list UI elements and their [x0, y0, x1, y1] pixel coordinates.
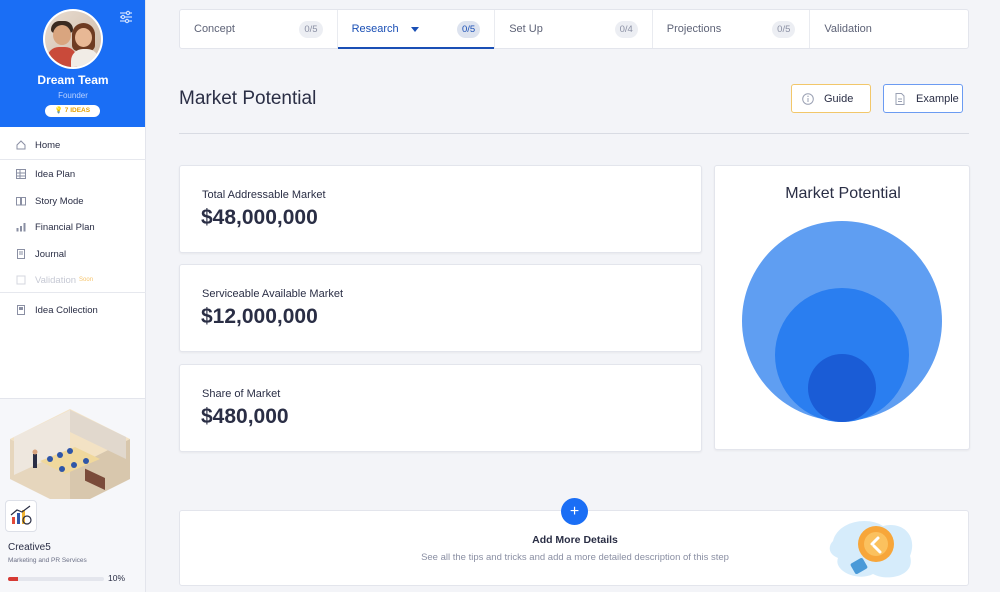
metric-card-som[interactable]: Share of Market $480,000 — [179, 364, 702, 452]
metric-card-sam[interactable]: Serviceable Available Market $12,000,000 — [179, 264, 702, 352]
sidebar-item-label: Home — [35, 139, 61, 151]
grid-icon — [16, 169, 26, 179]
chevron-down-icon[interactable] — [410, 26, 419, 32]
metric-label: Share of Market — [202, 388, 281, 400]
sidebar-item-label: Validation — [35, 274, 77, 286]
metric-label: Total Addressable Market — [202, 189, 326, 201]
company-progress-bar — [8, 577, 104, 581]
market-potential-card: Market Potential — [714, 165, 970, 450]
tab-concept[interactable]: Concept 0/5 — [180, 10, 338, 48]
page-title: Market Potential — [179, 88, 317, 109]
team-role: Founder — [58, 91, 88, 100]
soon-tag: Soon — [79, 277, 94, 283]
ideas-badge-label: 7 IDEAS — [64, 107, 91, 114]
tab-label: Projections — [666, 23, 722, 35]
tab-research[interactable]: Research 0/5 — [337, 10, 496, 49]
office-illustration: Creative5 Marketing and PR Services 10% — [0, 398, 145, 592]
company-progress-label: 10% — [108, 573, 126, 583]
sidebar-item-label: Financial Plan — [35, 221, 95, 233]
info-icon — [802, 92, 814, 105]
tab-count: 0/4 — [614, 20, 638, 38]
sidebar-divider — [0, 292, 146, 293]
avatar[interactable] — [43, 9, 103, 69]
guide-button[interactable]: Guide — [791, 84, 871, 113]
plus-icon: + — [569, 503, 580, 520]
ideas-badge[interactable]: 💡 7 IDEAS — [45, 105, 100, 117]
settings-sliders-icon[interactable] — [119, 10, 133, 24]
tab-validation[interactable]: Validation — [810, 10, 968, 48]
sidebar-divider — [0, 159, 146, 160]
tab-label: Validation — [824, 23, 872, 35]
team-name: Dream Team — [37, 73, 109, 87]
tab-label: Research — [351, 23, 399, 35]
step-tabs: Concept 0/5 Research 0/5 Set Up 0/4 Proj… — [179, 9, 969, 49]
metric-label: Serviceable Available Market — [202, 288, 344, 300]
guide-button-label: Guide — [824, 92, 854, 105]
sidebar-item-idea-collection[interactable]: Idea Collection — [0, 297, 146, 323]
tab-count: 0/5 — [772, 20, 796, 38]
example-button[interactable]: Example — [883, 84, 963, 113]
document-icon — [894, 92, 906, 105]
journal-icon — [16, 249, 26, 259]
title-divider — [179, 133, 969, 134]
bar-chart-icon — [16, 222, 26, 232]
company-subtitle: Marketing and PR Services — [8, 557, 87, 564]
profile-header: Dream Team Founder 💡 7 IDEAS — [0, 0, 145, 127]
tab-count: 0/5 — [456, 20, 481, 38]
tab-projections[interactable]: Projections 0/5 — [653, 10, 811, 48]
home-icon — [16, 140, 26, 150]
validation-icon — [16, 275, 26, 285]
lightbulb-icon — [829, 521, 913, 578]
book-icon — [16, 196, 26, 206]
tab-label: Set Up — [509, 23, 543, 35]
example-button-label: Example — [916, 92, 959, 105]
sidebar-item-label: Idea Collection — [35, 304, 98, 316]
tab-set-up[interactable]: Set Up 0/4 — [495, 10, 653, 48]
collection-icon — [16, 305, 26, 315]
sidebar-item-journal[interactable]: Journal — [0, 241, 146, 267]
sidebar-item-idea-plan[interactable]: Idea Plan — [0, 161, 146, 187]
company-progress-fill — [8, 577, 18, 581]
meeting-room-illustration — [10, 409, 130, 509]
sidebar-item-story-mode[interactable]: Story Mode — [0, 188, 146, 214]
sidebar-item-validation: Validation Soon — [0, 267, 146, 293]
company-name: Creative5 — [8, 542, 51, 553]
sidebar-item-financial-plan[interactable]: Financial Plan — [0, 214, 146, 240]
sidebar-item-home[interactable]: Home — [0, 132, 146, 158]
metric-card-tam[interactable]: Total Addressable Market $48,000,000 — [179, 165, 702, 253]
market-potential-diagram — [742, 221, 942, 422]
tab-label: Concept — [194, 23, 235, 35]
company-logo — [5, 500, 37, 532]
sidebar-item-label: Journal — [35, 248, 67, 260]
metric-value: $48,000,000 — [201, 206, 318, 229]
tab-count: 0/5 — [299, 20, 323, 38]
sidebar-item-label: Idea Plan — [35, 168, 76, 180]
sidebar-item-label: Story Mode — [35, 195, 84, 207]
som-circle — [808, 354, 876, 422]
metric-value: $12,000,000 — [201, 305, 318, 328]
metric-value: $480,000 — [201, 405, 289, 428]
sidebar: Dream Team Founder 💡 7 IDEAS Home Idea P… — [0, 0, 146, 592]
add-details-button[interactable]: + — [561, 498, 588, 525]
